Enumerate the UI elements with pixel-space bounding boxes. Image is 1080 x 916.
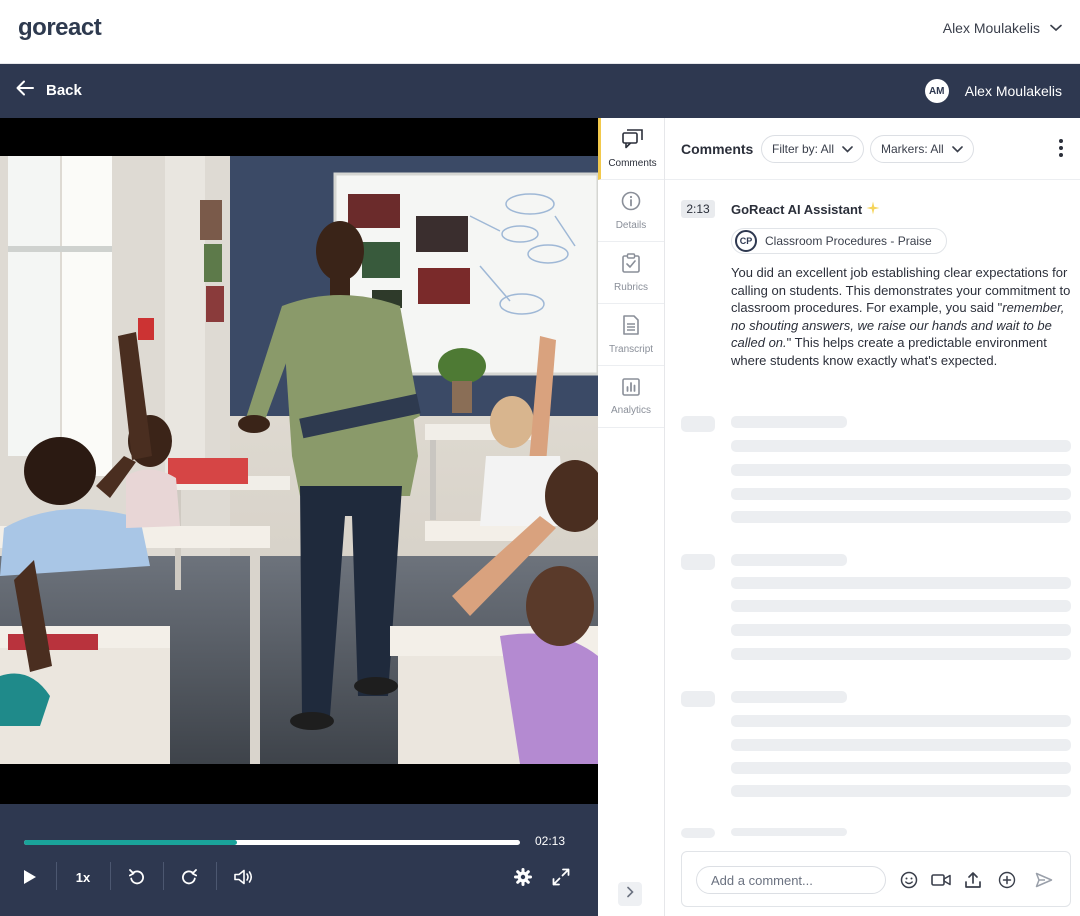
chevron-right-icon	[626, 885, 634, 903]
skeleton-timestamp	[681, 554, 715, 570]
skeleton-line	[731, 577, 1071, 589]
tab-label: Details	[615, 219, 647, 231]
user-name: Alex Moulakelis	[942, 20, 1040, 36]
filter-label: Filter by: All	[772, 142, 835, 156]
tab-transcript[interactable]: Transcript	[598, 304, 664, 366]
skeleton-line	[731, 739, 1071, 751]
control-divider	[216, 862, 217, 890]
tab-label: Rubrics	[614, 281, 648, 293]
skeleton-line	[731, 464, 1071, 476]
tab-comments[interactable]: Comments	[598, 118, 664, 180]
side-tabs: Comments Details Rubrics Transcript Anal…	[598, 118, 665, 916]
tab-label: Transcript	[608, 343, 654, 355]
top-header: goreact Alex Moulakelis	[0, 0, 1080, 64]
player-controls: 02:13 1x	[0, 804, 598, 916]
expand-panel-button[interactable]	[618, 882, 642, 906]
comments-panel: Comments Filter by: All Markers: All 2:1…	[665, 118, 1080, 916]
control-divider	[163, 862, 164, 890]
control-divider	[56, 862, 57, 890]
comments-icon	[621, 128, 644, 152]
nav-user-name: Alex Moulakelis	[964, 83, 1062, 99]
skeleton-line	[731, 440, 1071, 452]
comment-text: You did an excellent job establishing cl…	[731, 265, 1071, 368]
nav-user[interactable]: AM Alex Moulakelis	[924, 79, 1062, 103]
add-icon[interactable]	[997, 870, 1017, 890]
skeleton-line	[731, 416, 847, 428]
comments-header: Comments Filter by: All Markers: All	[665, 118, 1080, 180]
volume-icon[interactable]	[232, 866, 256, 888]
skeleton-line	[731, 600, 1071, 612]
comment-timestamp[interactable]: 2:13	[681, 200, 715, 218]
avatar: AM	[924, 79, 949, 103]
back-label: Back	[46, 81, 82, 99]
skeleton-line	[731, 691, 847, 703]
speed-button[interactable]: 1x	[70, 866, 96, 888]
sparkle-icon	[866, 201, 880, 218]
skeleton-line	[731, 624, 1071, 636]
info-icon	[621, 191, 641, 214]
skeleton-line	[731, 762, 1071, 774]
chevron-down-icon	[1050, 24, 1062, 32]
back-button[interactable]: Back	[16, 80, 82, 100]
skeleton-line	[731, 554, 847, 566]
markers-label: Markers: All	[881, 142, 944, 156]
upload-icon[interactable]	[963, 870, 983, 890]
video-player[interactable]	[0, 118, 598, 804]
skeleton-timestamp	[681, 691, 715, 707]
comments-title: Comments	[681, 141, 754, 157]
settings-icon[interactable]	[512, 866, 534, 888]
user-menu[interactable]: Alex Moulakelis	[943, 20, 1062, 36]
tab-label: Comments	[608, 157, 657, 169]
filter-dropdown[interactable]: Filter by: All	[761, 135, 865, 163]
skeleton-line	[731, 715, 1071, 727]
chart-icon	[622, 377, 640, 399]
skeleton-line	[731, 648, 1071, 660]
play-icon[interactable]	[20, 866, 40, 888]
control-divider	[110, 862, 111, 890]
tag-initials-badge: CP	[735, 230, 757, 252]
video-camera-icon[interactable]	[931, 870, 951, 890]
goreact-logo[interactable]: goreact	[18, 14, 102, 42]
chevron-down-icon	[951, 142, 963, 156]
tag-label: Classroom Procedures - Praise	[765, 234, 932, 248]
arrow-left-icon	[16, 80, 34, 100]
fullscreen-icon[interactable]	[550, 866, 572, 888]
progress-fill	[24, 840, 238, 845]
rubric-clipboard-icon	[622, 252, 640, 276]
more-options-icon[interactable]	[1058, 138, 1064, 163]
tab-label: Analytics	[610, 404, 651, 416]
rewind-icon[interactable]	[126, 866, 148, 888]
chevron-down-icon	[842, 142, 853, 156]
comment-input[interactable]	[696, 866, 886, 894]
rubric-tag[interactable]: CP Classroom Procedures - Praise	[731, 228, 947, 254]
comment-composer	[681, 851, 1071, 907]
skeleton-line	[731, 785, 1071, 797]
tab-analytics[interactable]: Analytics	[598, 366, 664, 428]
tab-details[interactable]: Details	[598, 180, 664, 242]
classroom-scene-image	[0, 156, 598, 764]
classroom-video-frame[interactable]	[0, 156, 598, 764]
tab-rubrics[interactable]: Rubrics	[598, 242, 664, 304]
markers-dropdown[interactable]: Markers: All	[870, 135, 974, 163]
skeleton-timestamp	[681, 416, 715, 432]
document-icon	[622, 314, 640, 338]
skeleton-timestamp	[681, 828, 715, 838]
skeleton-line	[731, 828, 847, 836]
send-icon[interactable]	[1034, 870, 1054, 890]
nav-bar: Back AM Alex Moulakelis	[0, 64, 1080, 118]
forward-icon[interactable]	[178, 866, 200, 888]
skeleton-line	[731, 488, 1071, 500]
emoji-icon[interactable]	[899, 870, 919, 890]
skeleton-line	[731, 511, 1071, 523]
comment-author: GoReact AI Assistant	[731, 201, 880, 218]
current-time: 02:13	[535, 834, 566, 848]
progress-track[interactable]	[24, 840, 520, 845]
